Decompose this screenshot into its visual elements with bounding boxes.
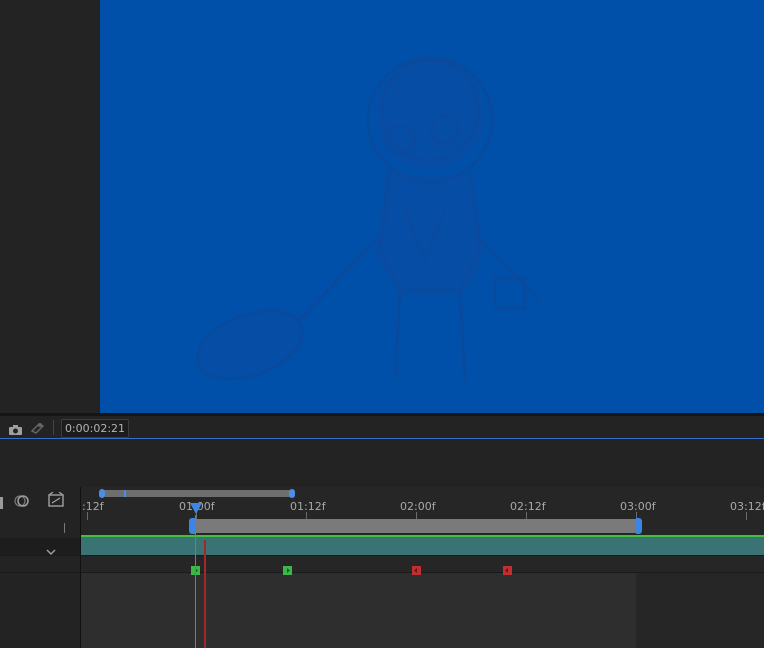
ruler-label: :12f: [82, 500, 104, 513]
character-silhouette: [195, 56, 542, 381]
marker-green[interactable]: [283, 560, 292, 575]
row-separator: [0, 555, 764, 556]
panel-gap: [0, 440, 764, 487]
ruler-tick: [87, 512, 88, 520]
frame-blending-icon[interactable]: [48, 491, 64, 511]
graph-icon[interactable]: [0, 494, 4, 513]
composition-viewer[interactable]: [100, 0, 764, 413]
motion-blur-icon[interactable]: [14, 493, 30, 512]
work-area-shading: [81, 573, 636, 648]
ruler-tick: [746, 512, 747, 520]
work-area-bar[interactable]: [192, 519, 638, 533]
chevron-down-icon[interactable]: [46, 541, 56, 560]
current-time-display[interactable]: 0:00:02:21: [61, 419, 129, 438]
toolbar-divider: [53, 420, 54, 435]
project-panel: [0, 0, 100, 413]
current-time-indicator-line[interactable]: [195, 515, 196, 648]
ruler-label: 02:12f: [510, 500, 546, 513]
time-navigator-bar[interactable]: [102, 490, 292, 497]
ruler-label: 03:12f: [730, 500, 764, 513]
layer-duration-bar[interactable]: [81, 537, 764, 555]
ruler-label: 01:12f: [290, 500, 326, 513]
preview-playhead-line: [204, 540, 206, 648]
show-snapshot-icon[interactable]: [30, 420, 45, 439]
column-divider: [64, 523, 65, 533]
ruler-label: 02:00f: [400, 500, 436, 513]
panel-focus-line: [0, 438, 764, 439]
marker-red[interactable]: [412, 560, 421, 575]
layer-header-row: [0, 519, 80, 537]
row-separator: [0, 572, 764, 573]
time-navigator-end-handle[interactable]: [289, 489, 295, 498]
work-area-end-handle[interactable]: [636, 518, 642, 534]
time-navigator-start-handle[interactable]: [99, 489, 105, 498]
timeline-layer-panel: [0, 487, 80, 648]
ruler-label: 03:00f: [620, 500, 656, 513]
layer-row-dropdown[interactable]: [46, 538, 80, 555]
navigator-cti: [124, 490, 126, 497]
current-time-indicator-head[interactable]: [190, 503, 202, 514]
marker-red[interactable]: [503, 560, 512, 575]
